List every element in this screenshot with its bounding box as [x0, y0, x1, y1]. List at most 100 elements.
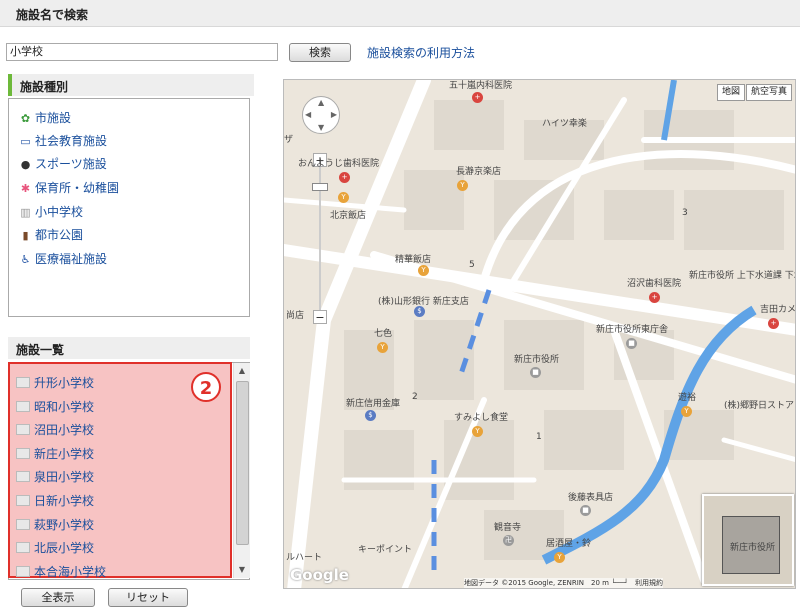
scroll-down-arrow-icon[interactable]: ▼ [234, 562, 250, 578]
school-icon [16, 542, 30, 553]
list-item[interactable]: 北辰小学校 [16, 539, 94, 557]
bank-pin-icon[interactable]: $ [365, 410, 376, 421]
list-item[interactable]: 沼田小学校 [16, 421, 94, 439]
map-label: 長瀞京楽店 [456, 167, 502, 177]
page-title: 施設名で検索 [16, 8, 89, 22]
list-item[interactable]: 升形小学校 [16, 374, 94, 392]
list-item[interactable]: 本合海小学校 [16, 563, 106, 581]
map-type-satellite-button[interactable]: 航空写真 [746, 84, 792, 101]
list-item[interactable]: 萩野小学校 [16, 516, 94, 534]
category-item-parks[interactable]: ▮ 都市公園 [19, 226, 83, 244]
government-pin-icon[interactable]: ■ [530, 367, 541, 378]
map-label: 新庄市役所 [514, 355, 560, 365]
category-item-social-education[interactable]: ▭ 社会教育施設 [19, 132, 107, 150]
sprout-icon: ✿ [20, 112, 31, 125]
search-input[interactable]: 小学校 [6, 43, 278, 61]
restaurant-pin-icon[interactable]: Y [681, 406, 692, 417]
page-header: 施設名で検索 [0, 0, 800, 27]
map-credit: 地図データ ©2015 Google, ZENRIN 20 m └──┘ 利用規… [464, 578, 664, 588]
scrollbar-thumb[interactable] [236, 381, 249, 545]
category-title-text: 施設種別 [20, 80, 69, 94]
hospital-pin-icon[interactable]: + [339, 172, 350, 183]
pan-control[interactable]: ▲ ▼ ◀ ▶ [302, 96, 340, 134]
hospital-pin-icon[interactable]: + [649, 292, 660, 303]
bank-pin-icon[interactable]: $ [414, 306, 425, 317]
list-item[interactable]: 日新小学校 [16, 492, 94, 510]
school-icon [16, 424, 30, 435]
category-panel-title: 施設種別 [8, 74, 254, 96]
hospital-pin-icon[interactable]: + [768, 318, 779, 329]
list-item[interactable]: 泉田小学校 [16, 468, 94, 486]
pan-up-icon[interactable]: ▲ [318, 98, 324, 107]
google-logo: Google [290, 566, 349, 584]
map-label: 五十嵐内科医院 [449, 81, 513, 91]
school-icon [16, 448, 30, 459]
map-label: 七色 [374, 329, 393, 339]
school-icon: ▥ [20, 206, 31, 219]
map-label: 精華飯店 [395, 255, 432, 265]
pan-down-icon[interactable]: ▼ [318, 123, 324, 132]
scroll-up-arrow-icon[interactable]: ▲ [234, 363, 250, 379]
restaurant-pin-icon[interactable]: Y [457, 180, 468, 191]
category-item-sports[interactable]: ● スポーツ施設 [19, 155, 107, 173]
zoom-slider-handle[interactable] [312, 183, 328, 191]
category-item-childcare[interactable]: ✱ 保育所・幼稚園 [19, 179, 119, 197]
shop-pin-icon[interactable]: ■ [580, 505, 591, 516]
map-label: 尚店 [286, 311, 305, 321]
map-label: ザ [284, 135, 294, 145]
park-icon: ▮ [22, 229, 29, 242]
category-item-schools[interactable]: ▥ 小中学校 [19, 203, 83, 221]
annotation-badge: 2 [191, 372, 221, 402]
school-icon [16, 495, 30, 506]
hospital-pin-icon[interactable]: + [472, 92, 483, 103]
restaurant-pin-icon[interactable]: Y [554, 552, 565, 563]
map-label: 新庄信用金庫 [346, 399, 401, 409]
overview-map[interactable]: 新庄市役所 [702, 494, 794, 586]
school-icon [16, 519, 30, 530]
map-label: 2 [412, 392, 418, 402]
map-label: (株)山形銀行 新庄支店 [378, 297, 469, 307]
reset-button[interactable]: リセット [108, 588, 188, 607]
restaurant-pin-icon[interactable]: Y [418, 265, 429, 276]
restaurant-pin-icon[interactable]: Y [377, 342, 388, 353]
map-type-map-button[interactable]: 地図 [717, 84, 745, 101]
map-label: 後藤表具店 [568, 493, 614, 503]
map-label: 新庄市役所 上下水道課 下水道課 [689, 271, 795, 281]
facility-list-title: 施設一覧 [8, 337, 250, 359]
map-label: 吉田カメラ [760, 305, 796, 315]
pan-right-icon[interactable]: ▶ [331, 110, 337, 119]
category-item-medical[interactable]: ♿ 医療福祉施設 [19, 250, 107, 268]
help-link[interactable]: 施設検索の利用方法 [367, 44, 475, 61]
school-icon [16, 377, 30, 388]
school-icon [16, 471, 30, 482]
map-label: 5 [469, 260, 475, 270]
overview-label: 新庄市役所 [730, 543, 776, 553]
map-label: 新庄市役所東庁舎 [596, 325, 669, 335]
map-label: 居酒屋・鈴 [546, 539, 592, 549]
map-label: 遊裕 [678, 393, 697, 403]
zoom-out-button[interactable]: − [313, 310, 327, 324]
school-icon [16, 566, 30, 577]
category-item-city[interactable]: ✿ 市施設 [19, 109, 71, 127]
list-item[interactable]: 新庄小学校 [16, 445, 94, 463]
pan-left-icon[interactable]: ◀ [305, 110, 311, 119]
map-label: 観音寺 [494, 523, 522, 533]
zoom-slider-track[interactable] [319, 158, 321, 318]
restaurant-pin-icon[interactable]: Y [472, 426, 483, 437]
show-all-button[interactable]: 全表示 [21, 588, 95, 607]
temple-pin-icon[interactable]: 卍 [503, 535, 514, 546]
map-label: キーポイント [358, 545, 413, 555]
facility-list-title-text: 施設一覧 [16, 343, 65, 357]
list-scrollbar[interactable]: ▲ ▼ [233, 363, 250, 578]
government-pin-icon[interactable]: ■ [626, 338, 637, 349]
wheelchair-icon: ♿ [20, 253, 31, 266]
map-label: すみよし食堂 [454, 413, 509, 423]
search-button[interactable]: 検索 [289, 43, 351, 62]
map-label: ルハート [286, 553, 323, 563]
map-label: ハイツ幸楽 [542, 119, 587, 129]
list-item[interactable]: 昭和小学校 [16, 398, 94, 416]
map-label: 3 [682, 208, 688, 218]
map-view[interactable]: 地図 航空写真 ▲ ▼ ◀ ▶ + − 五十嵐内科医院 ハイツ幸楽 おんようじ歯… [283, 79, 796, 589]
category-list: ✿ 市施設 ▭ 社会教育施設 ● スポーツ施設 ✱ 保育所・幼稚園 ▥ 小中学校 ▮ 都市公… [8, 98, 250, 317]
restaurant-pin-icon[interactable]: Y [338, 192, 349, 203]
